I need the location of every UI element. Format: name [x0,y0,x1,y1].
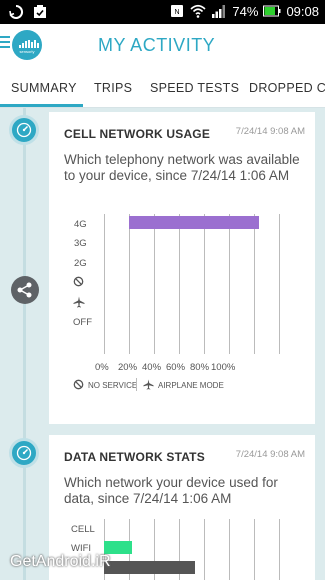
tab-summary[interactable]: SUMMARY [11,81,77,95]
legend-airplane-mode: AIRPLANE MODE [158,381,224,390]
logo-text: sensorly [19,49,35,54]
y-tick-label: OFF [73,317,92,328]
cell-network-usage-card[interactable]: CELL NETWORK USAGE 7/24/14 9:08 AM Which… [49,112,315,424]
active-tab-indicator [0,104,83,107]
x-tick-label: 60% [166,362,186,373]
legend-divider [136,378,137,391]
y-tick-label: 3G [74,238,87,249]
menu-icon[interactable] [0,36,10,50]
tab-speed-tests[interactable]: SPEED TESTS [150,81,239,95]
wifi-icon [190,4,206,18]
sensorly-logo[interactable]: sensorly [12,30,42,60]
grid-line [254,214,255,354]
x-tick-label: 80% [190,362,210,373]
clock-time: 09:08 [286,3,319,19]
share-icon [17,282,32,298]
timeline-line [23,108,26,580]
x-tick-label: 0% [95,362,109,373]
grid-line [129,214,130,354]
y-tick-label: CELL [71,524,95,535]
tab-dropped-calls[interactable]: DROPPED CA [249,81,325,95]
tab-trips[interactable]: TRIPS [94,81,132,95]
y-tick-label: 4G [74,219,87,230]
grid-line [154,214,155,354]
no-service-icon [73,379,84,390]
airplane-icon [73,296,85,308]
grid-line [229,214,230,354]
grid-line [254,519,255,580]
bar-other [104,561,195,574]
status-bar: N 74% 09:08 [0,0,325,24]
bar-4g [129,216,259,229]
nfc-icon: N [171,5,184,17]
grid-line [279,214,280,354]
sync-icon [9,4,24,19]
grid-line [104,214,105,354]
tab-bar: SUMMARY TRIPS SPEED TESTS DROPPED CA [0,66,325,108]
page-title: MY ACTIVITY [98,35,216,55]
grid-line [204,214,205,354]
app-header: sensorly MY ACTIVITY [0,24,325,66]
battery-icon [263,5,281,17]
speedometer-icon [9,115,39,145]
x-tick-label: 20% [118,362,138,373]
y-tick-label: 2G [74,258,87,269]
x-tick-label: 100% [211,362,236,373]
grid-line [204,519,205,580]
signal-icon [212,5,226,18]
watermark: GetAndroid.iR [10,553,111,570]
svg-text:N: N [175,9,180,16]
grid-line [229,519,230,580]
grid-line [279,519,280,580]
no-service-icon [73,276,84,287]
x-tick-label: 40% [142,362,162,373]
airplane-icon [143,379,154,390]
speedometer-icon [9,438,39,468]
cell-usage-chart: 4G 3G 2G OFF 0% 20% 40% 60% 80% 100% NO … [49,112,315,424]
task-check-icon [34,5,46,18]
grid-line [179,214,180,354]
legend-no-service: NO SERVICE [88,381,138,390]
share-button[interactable] [11,276,39,304]
battery-percent: 74% [232,3,259,19]
